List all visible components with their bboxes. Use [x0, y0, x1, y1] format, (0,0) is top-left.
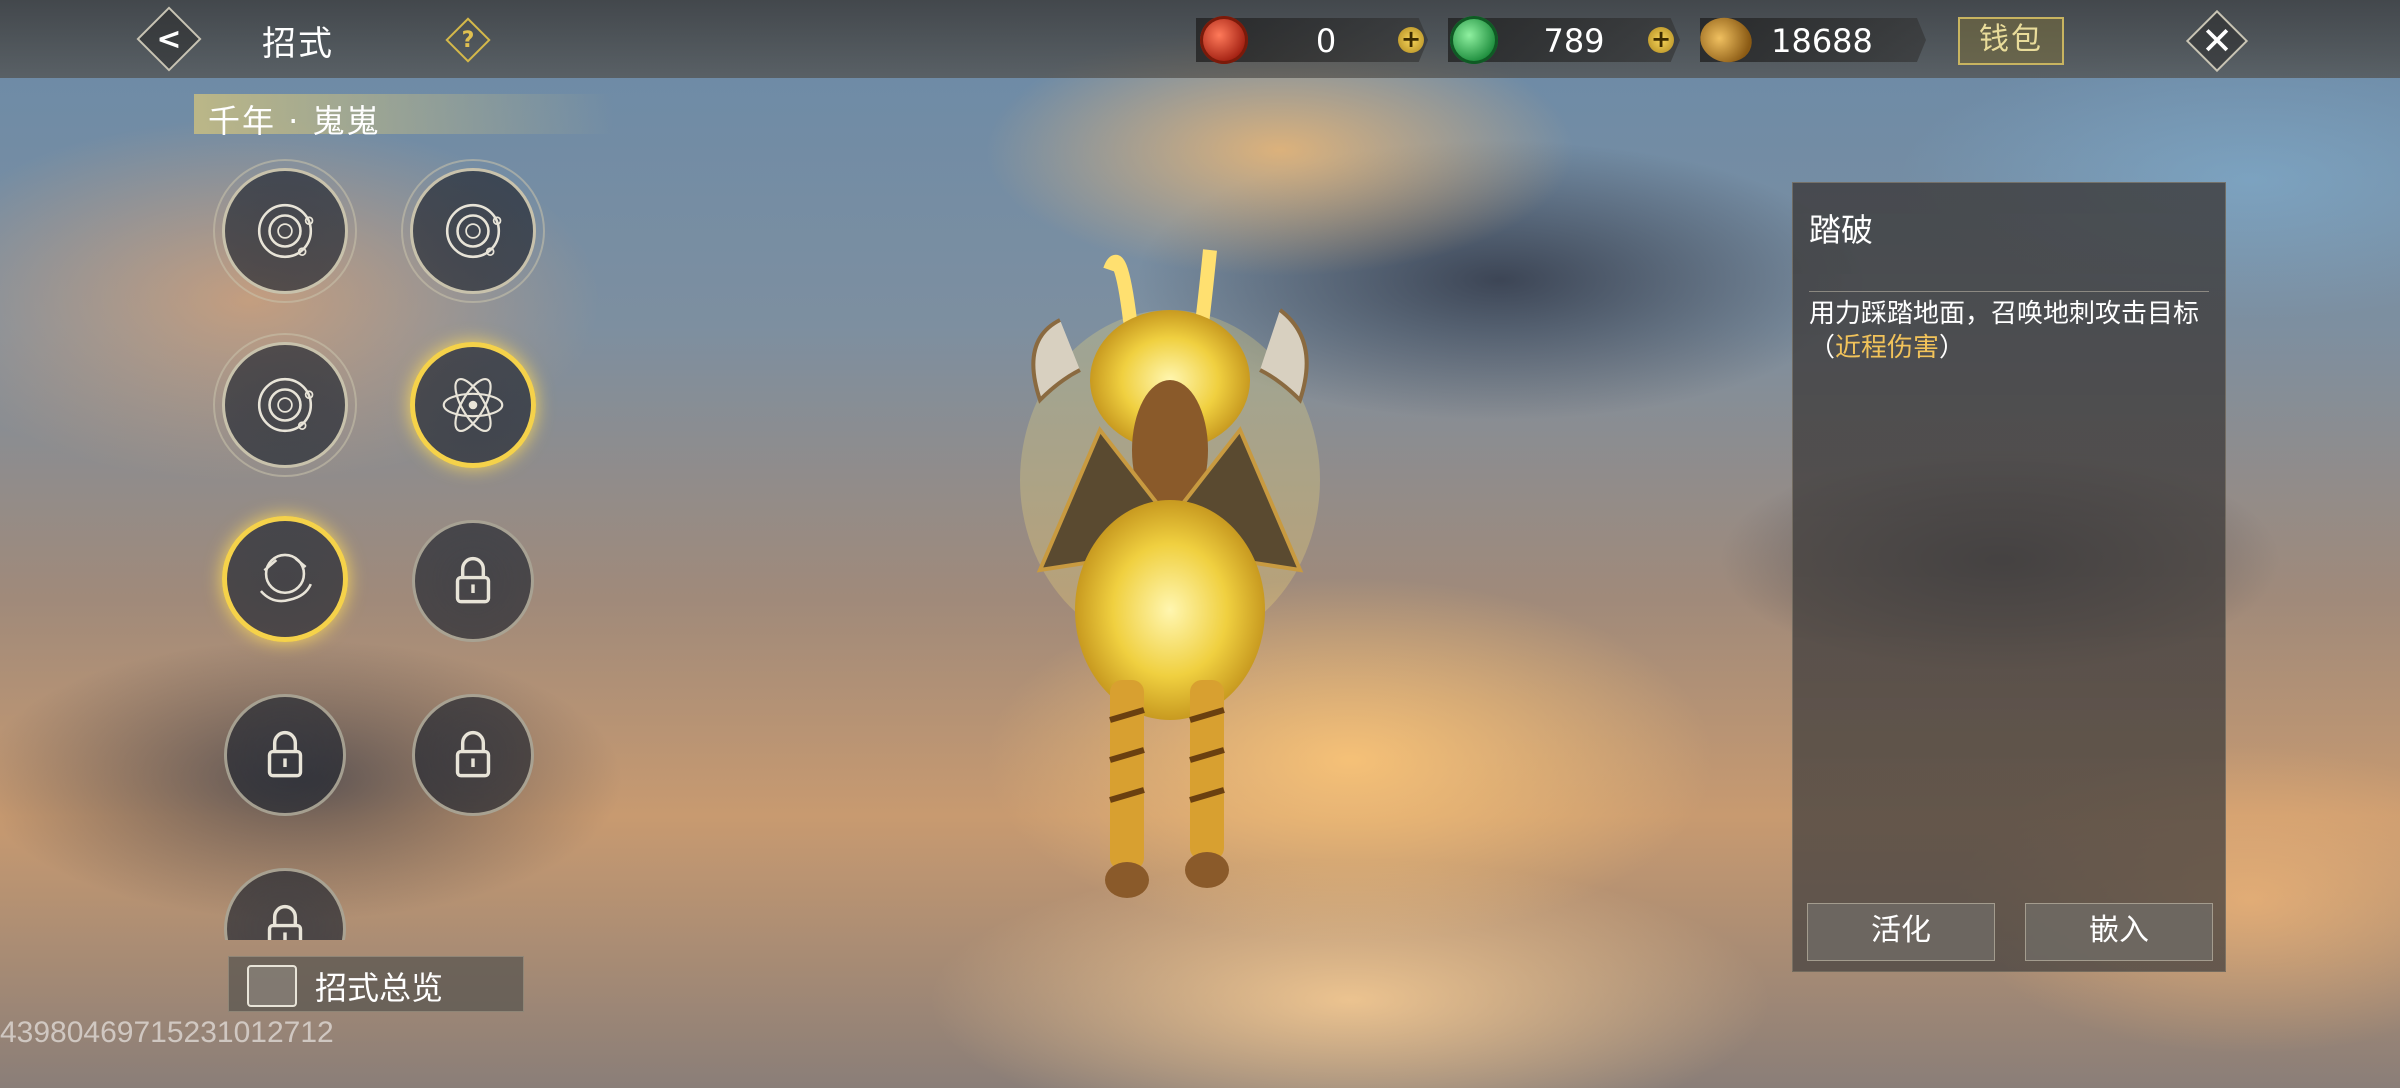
- crescent-orb-icon: [257, 377, 314, 433]
- embed-button[interactable]: 嵌入: [2025, 903, 2213, 961]
- swirl-hand-icon: [259, 553, 312, 603]
- activate-button[interactable]: 活化: [1807, 903, 1995, 961]
- back-arrow-icon: <: [156, 21, 182, 57]
- skill-slot-4[interactable]: [410, 342, 536, 468]
- paren-close: ）: [1939, 333, 1966, 363]
- skill-description-main: 用力踩踏地面，召唤地刺攻击目标: [1809, 299, 2200, 329]
- page-title: 招式: [262, 24, 334, 64]
- paren-open: （: [1809, 333, 1836, 363]
- help-button[interactable]: ?: [448, 20, 488, 60]
- divider: [1809, 291, 2209, 292]
- skill-slot-9-locked[interactable]: [224, 868, 346, 940]
- crescent-orb-icon: [445, 203, 502, 259]
- skill-slot-1[interactable]: [213, 159, 357, 303]
- add-green-currency-button[interactable]: +: [1648, 27, 1674, 53]
- currency-red-value: 0: [1315, 22, 1337, 60]
- user-id-text: 4398046971523​1012712: [0, 1016, 334, 1049]
- skill-description: 用力踩踏地面，召唤地刺攻击目标 （近程伤害）: [1809, 297, 2219, 365]
- pet-name-banner: 千年 · 嵬嵬: [194, 94, 614, 140]
- padlock-icon: [267, 904, 303, 940]
- skill-slot-8-locked[interactable]: [412, 694, 534, 816]
- padlock-icon: [455, 556, 491, 604]
- add-red-currency-button[interactable]: +: [1398, 27, 1424, 53]
- currency-gold-value: 18688: [1771, 22, 1873, 60]
- skill-slot-5[interactable]: [222, 516, 348, 642]
- skill-overview-button[interactable]: 招式总览: [228, 956, 524, 1012]
- crescent-orb-icon: [257, 203, 314, 259]
- skill-slot-3[interactable]: [213, 333, 357, 477]
- skill-damage-tag: 近程伤害: [1835, 333, 1940, 363]
- skill-detail-panel: 踏破 用力踩踏地面，召唤地刺攻击目标 （近程伤害） 活化 嵌入: [1792, 182, 2226, 972]
- skill-name: 踏破: [1809, 211, 1874, 249]
- skill-slot-9-clip: [220, 866, 350, 940]
- skill-slot-2[interactable]: [401, 159, 545, 303]
- skill-slot-6-locked[interactable]: [412, 520, 534, 642]
- atom-symbol-icon: [442, 377, 504, 433]
- scroll-icon: [247, 965, 297, 1007]
- skill-overview-label: 招式总览: [315, 969, 444, 1007]
- padlock-icon: [267, 730, 303, 778]
- close-button[interactable]: ✕: [2190, 14, 2244, 68]
- skill-slot-7-locked[interactable]: [224, 694, 346, 816]
- padlock-icon: [455, 730, 491, 778]
- wallet-button[interactable]: 钱包: [1958, 17, 2064, 65]
- green-jade-orb-icon: [1450, 16, 1498, 64]
- back-button[interactable]: <: [140, 10, 198, 68]
- red-swirl-orb-icon: [1200, 16, 1248, 64]
- pet-creature-model: [1020, 249, 1320, 898]
- close-icon: ✕: [2201, 19, 2233, 63]
- currency-green-value: 789: [1543, 22, 1605, 60]
- question-icon: ?: [461, 27, 475, 53]
- pet-name: 千年 · 嵬嵬: [208, 102, 381, 140]
